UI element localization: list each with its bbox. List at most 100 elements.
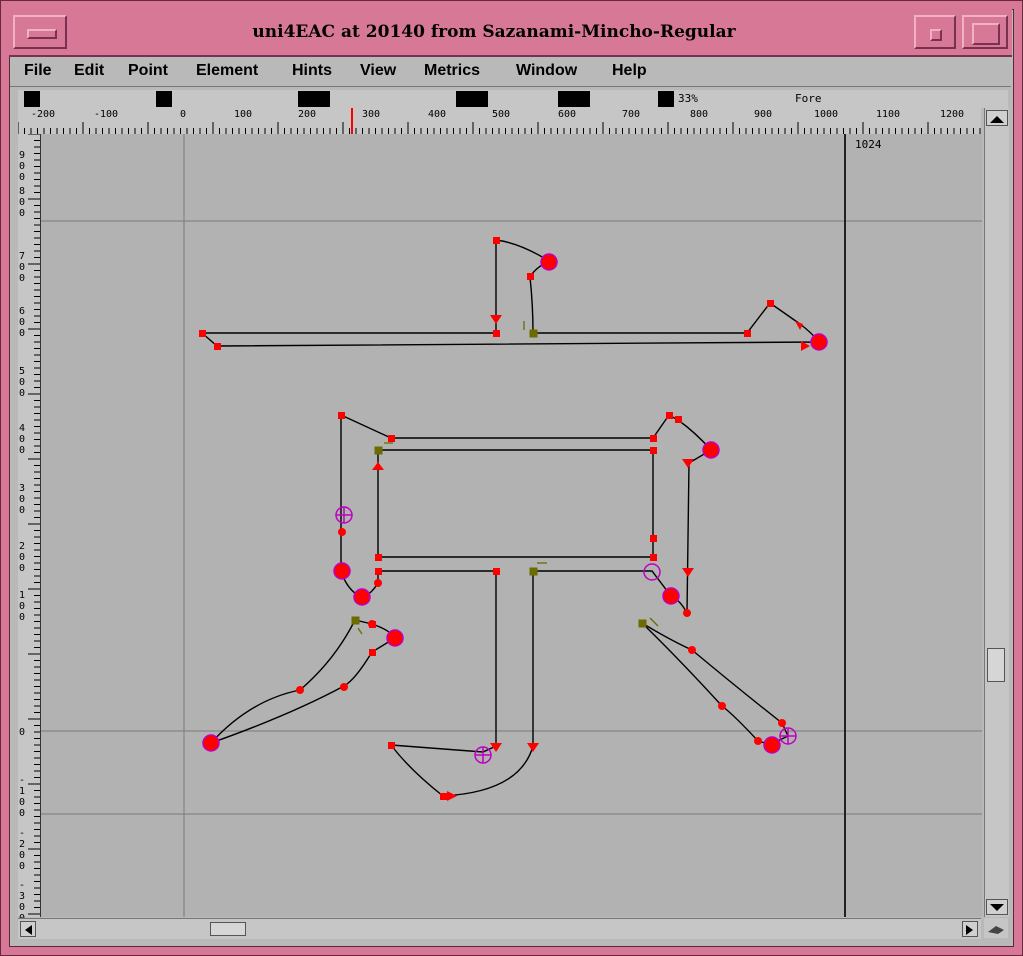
horizontal-scrollbar[interactable] bbox=[18, 918, 981, 939]
point[interactable] bbox=[369, 649, 376, 656]
ruler-label: 100 bbox=[234, 109, 253, 120]
menu-view[interactable]: View bbox=[360, 62, 396, 80]
point[interactable] bbox=[650, 554, 657, 561]
extremum-point[interactable] bbox=[202, 734, 220, 752]
ruler-label: -200 bbox=[19, 828, 26, 872]
point[interactable] bbox=[493, 568, 500, 575]
point[interactable] bbox=[375, 554, 382, 561]
point[interactable] bbox=[388, 742, 395, 749]
point[interactable] bbox=[666, 412, 673, 419]
info-block bbox=[456, 91, 488, 107]
point[interactable] bbox=[338, 412, 345, 419]
start-point[interactable] bbox=[374, 446, 383, 455]
point[interactable] bbox=[650, 435, 657, 442]
scroll-right-button[interactable] bbox=[962, 921, 978, 937]
info-block bbox=[558, 91, 590, 107]
ruler-label: 600 bbox=[558, 109, 577, 120]
point[interactable] bbox=[767, 300, 774, 307]
ruler-label: 200 bbox=[19, 541, 26, 574]
ruler-label: 300 bbox=[19, 483, 26, 516]
vertical-ruler[interactable]: 900 800 700 600 500 400 300 200 100 0 -1… bbox=[18, 134, 41, 924]
vertical-scroll-thumb[interactable] bbox=[987, 648, 1005, 682]
ruler-label: 1100 bbox=[876, 109, 901, 120]
point[interactable] bbox=[754, 737, 762, 745]
maximize-button[interactable] bbox=[962, 15, 1008, 49]
menu-file[interactable]: File bbox=[24, 62, 52, 80]
point[interactable] bbox=[675, 416, 682, 423]
extremum-point[interactable] bbox=[333, 562, 351, 580]
start-point[interactable] bbox=[351, 616, 360, 625]
horizontal-scroll-thumb[interactable] bbox=[210, 922, 246, 936]
point[interactable] bbox=[375, 568, 382, 575]
point[interactable] bbox=[374, 579, 382, 587]
point[interactable] bbox=[650, 535, 657, 542]
menu-help[interactable]: Help bbox=[612, 62, 647, 80]
resize-corner[interactable] bbox=[984, 918, 1008, 938]
right-dot-outline[interactable] bbox=[641, 622, 789, 746]
menu-element[interactable]: Element bbox=[196, 62, 258, 80]
ruler-label: 700 bbox=[622, 109, 641, 120]
scroll-down-button[interactable] bbox=[986, 899, 1008, 915]
point[interactable] bbox=[388, 435, 395, 442]
info-block bbox=[298, 91, 330, 107]
direction-marker bbox=[527, 743, 539, 752]
direction-marker bbox=[490, 315, 502, 324]
extremum-point[interactable] bbox=[540, 253, 558, 271]
point[interactable] bbox=[493, 237, 500, 244]
ruler-label: -200 bbox=[31, 109, 56, 120]
left-dot-outline[interactable] bbox=[210, 619, 396, 744]
arrow-up-icon bbox=[990, 116, 1004, 123]
advance-width-label: 1024 bbox=[855, 138, 882, 151]
direction-marker bbox=[372, 462, 384, 470]
arrow-right-icon bbox=[966, 925, 973, 935]
title-bar[interactable]: uni4EAC at 20140 from Sazanami-Mincho-Re… bbox=[9, 9, 1012, 57]
start-point[interactable] bbox=[638, 619, 647, 628]
extremum-point[interactable] bbox=[702, 441, 720, 459]
point[interactable] bbox=[368, 620, 376, 628]
ruler-label: 500 bbox=[492, 109, 511, 120]
extremum-point[interactable] bbox=[353, 588, 371, 606]
horizontal-ruler[interactable]: -200 -100 0 100 200 300 400 500 600 700 … bbox=[18, 108, 981, 135]
point[interactable] bbox=[338, 528, 346, 536]
minimize-button[interactable] bbox=[914, 15, 956, 49]
extremum-point[interactable] bbox=[386, 629, 404, 647]
start-point[interactable] bbox=[529, 329, 538, 338]
top-stroke-outline[interactable] bbox=[200, 239, 821, 347]
middle-box-inner[interactable] bbox=[377, 449, 654, 558]
point[interactable] bbox=[493, 330, 500, 337]
point[interactable] bbox=[214, 343, 221, 350]
extremum-point[interactable] bbox=[810, 333, 828, 351]
menu-bar: File Edit Point Element Hints View Metri… bbox=[10, 58, 1011, 87]
start-point[interactable] bbox=[529, 567, 538, 576]
point[interactable] bbox=[683, 609, 691, 617]
point[interactable] bbox=[199, 330, 206, 337]
arrow-down-icon bbox=[990, 904, 1004, 911]
ruler-label: 700 bbox=[19, 251, 26, 284]
point[interactable] bbox=[688, 646, 696, 654]
extremum-point[interactable] bbox=[662, 587, 680, 605]
vertical-scrollbar[interactable] bbox=[984, 108, 1009, 917]
menu-edit[interactable]: Edit bbox=[74, 62, 104, 80]
point[interactable] bbox=[527, 273, 534, 280]
glyph-canvas[interactable]: 1024 bbox=[41, 134, 982, 917]
point[interactable] bbox=[650, 447, 657, 454]
point[interactable] bbox=[778, 719, 786, 727]
menu-metrics[interactable]: Metrics bbox=[424, 62, 480, 80]
menu-point[interactable]: Point bbox=[128, 62, 168, 80]
menu-window[interactable]: Window bbox=[516, 62, 577, 80]
extremum-point[interactable] bbox=[763, 736, 781, 754]
glyph-outline-view[interactable] bbox=[41, 134, 982, 917]
point[interactable] bbox=[440, 793, 447, 800]
point[interactable] bbox=[340, 683, 348, 691]
point[interactable] bbox=[296, 686, 304, 694]
middle-box-outer[interactable] bbox=[340, 413, 713, 797]
scroll-up-button[interactable] bbox=[986, 110, 1008, 126]
tool-icon bbox=[988, 926, 1004, 934]
window-menu-button[interactable] bbox=[13, 15, 67, 49]
ruler-label: 600 bbox=[19, 306, 26, 339]
ruler-label: 500 bbox=[19, 366, 26, 399]
point[interactable] bbox=[718, 702, 726, 710]
scroll-left-button[interactable] bbox=[20, 921, 36, 937]
menu-hints[interactable]: Hints bbox=[292, 62, 332, 80]
point[interactable] bbox=[744, 330, 751, 337]
